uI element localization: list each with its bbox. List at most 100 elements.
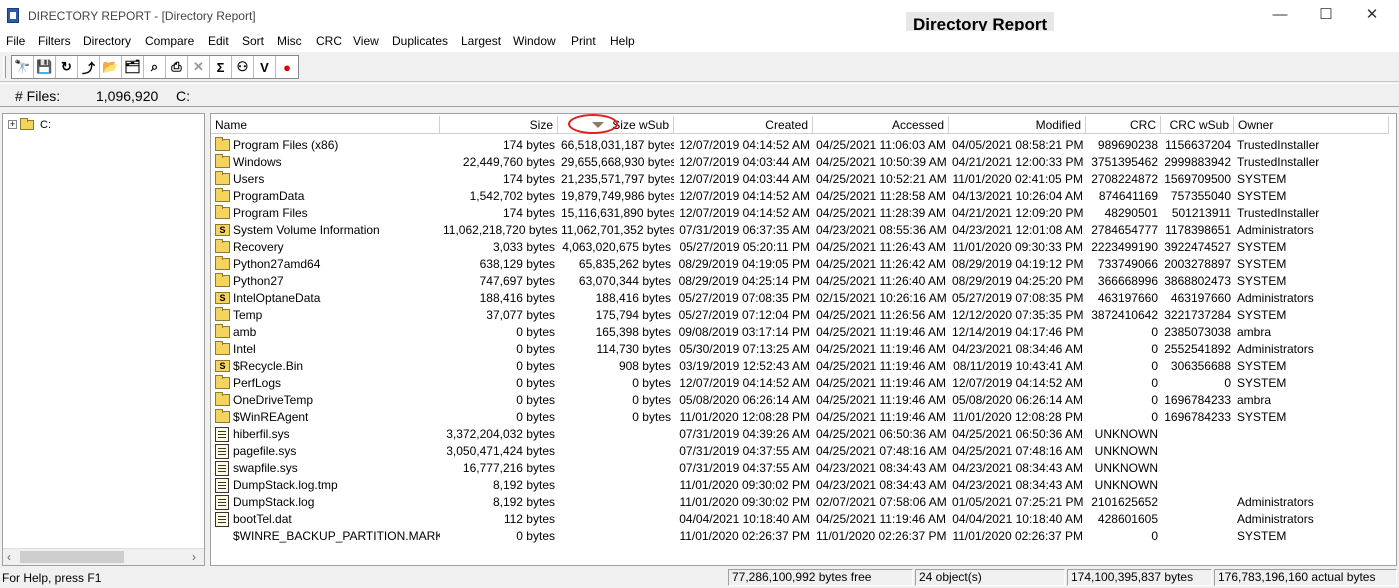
table-row[interactable]: hiberfil.sys 3,372,204,032 bytes 07/31/201… bbox=[211, 426, 1396, 443]
stop-icon[interactable]: ● bbox=[276, 56, 298, 78]
title-bar: DIRECTORY REPORT - [Directory Report] Di… bbox=[0, 0, 1399, 42]
find-icon[interactable]: 🔭 bbox=[12, 56, 34, 78]
file-list[interactable]: Name Size Size wSub Created Accessed Modified… bbox=[210, 113, 1397, 566]
table-row[interactable]: $WinREAgent 0 bytes 0 bytes 11/01/2020 12:0… bbox=[211, 409, 1396, 426]
scrollbar-thumb[interactable] bbox=[20, 551, 124, 563]
row-size-wsub-cell: 188,416 bytes bbox=[595, 291, 671, 305]
table-row[interactable]: DumpStack.log 8,192 bytes 11/01/2020 09:30… bbox=[211, 494, 1396, 511]
menu-help[interactable]: Help bbox=[610, 34, 635, 48]
row-crc-cell: UNKNOWN bbox=[1094, 461, 1158, 475]
folder-icon bbox=[215, 154, 230, 168]
menu-edit[interactable]: Edit bbox=[208, 34, 229, 48]
row-name-cell: S IntelOptaneData bbox=[211, 290, 440, 307]
menu-view[interactable]: View bbox=[353, 34, 379, 48]
menu-file[interactable]: File bbox=[6, 34, 25, 48]
row-accessed-cell: 04/25/2021 11:19:46 AM bbox=[816, 359, 946, 373]
menu-largest[interactable]: Largest bbox=[461, 34, 501, 48]
table-row[interactable]: DumpStack.log.tmp 8,192 bytes 11/01/2020 0… bbox=[211, 477, 1396, 494]
table-row[interactable]: pagefile.sys 3,050,471,424 bytes 07/31/201… bbox=[211, 443, 1396, 460]
menu-sort[interactable]: Sort bbox=[242, 34, 264, 48]
table-row[interactable]: $WINRE_BACKUP_PARTITION.MARKER 0 bytes 11/… bbox=[211, 528, 1396, 545]
cancel-icon[interactable]: ✕ bbox=[188, 56, 210, 78]
row-owner-cell bbox=[1234, 460, 1389, 477]
row-modified-cell: 04/23/2021 08:34:46 AM bbox=[952, 342, 1083, 356]
menu-crc[interactable]: CRC bbox=[316, 34, 342, 48]
table-row[interactable]: PerfLogs 0 bytes 0 bytes 12/07/2019 04:14:5… bbox=[211, 375, 1396, 392]
table-row[interactable]: Python27amd64 638,129 bytes 65,835,262 byt… bbox=[211, 256, 1396, 273]
folder-icon bbox=[215, 409, 230, 423]
save-icon[interactable]: 💾 bbox=[34, 56, 56, 78]
scroll-left-icon[interactable]: ‹ bbox=[7, 550, 11, 564]
table-row[interactable]: amb 0 bytes 165,398 bytes 09/08/2019 03:17:… bbox=[211, 324, 1396, 341]
tree-horizontal-scrollbar[interactable]: ‹ › bbox=[3, 548, 204, 565]
table-row[interactable]: swapfile.sys 16,777,216 bytes 07/31/2019 0… bbox=[211, 460, 1396, 477]
column-header-crc[interactable]: CRC bbox=[1086, 116, 1161, 134]
table-row[interactable]: S $Recycle.Bin 0 bytes 908 bytes 03/19/2019 … bbox=[211, 358, 1396, 375]
minimize-button[interactable]: — bbox=[1265, 6, 1295, 26]
row-name: $WINRE_BACKUP_PARTITION.MARKER bbox=[233, 529, 440, 543]
row-accessed-cell: 11/01/2020 02:26:37 PM bbox=[816, 529, 947, 543]
column-header-crc-wsub[interactable]: CRC wSub bbox=[1161, 116, 1234, 134]
up-folder-icon[interactable]: ⤴ bbox=[78, 56, 100, 78]
row-name: amb bbox=[233, 325, 257, 339]
menu-misc[interactable]: Misc bbox=[277, 34, 302, 48]
open-folder-icon[interactable]: 📂 bbox=[100, 56, 122, 78]
column-header-size[interactable]: Size bbox=[440, 116, 558, 134]
browse-folder-icon[interactable]: 🗂 bbox=[122, 56, 144, 78]
table-row[interactable]: S IntelOptaneData 188,416 bytes 188,416 byt… bbox=[211, 290, 1396, 307]
row-accessed-cell: 04/23/2021 08:55:36 AM bbox=[816, 223, 947, 237]
search-icon[interactable]: ⌕ bbox=[144, 56, 166, 78]
close-button[interactable]: ✕ bbox=[1357, 6, 1387, 26]
table-row[interactable]: OneDriveTemp 0 bytes 0 bytes 05/08/2020 06:… bbox=[211, 392, 1396, 409]
expand-icon[interactable]: + bbox=[8, 120, 17, 129]
row-name-cell: Recovery bbox=[211, 239, 440, 256]
row-name: PerfLogs bbox=[233, 376, 282, 390]
table-row[interactable]: bootTel.dat 112 bytes 04/04/2021 10:18:40 … bbox=[211, 511, 1396, 528]
table-row[interactable]: Intel 0 bytes 114,730 bytes 05/30/2019 07:1… bbox=[211, 341, 1396, 358]
directory-tree[interactable]: + C: ‹ › bbox=[2, 113, 205, 566]
verify-icon[interactable]: V bbox=[254, 56, 276, 78]
print-icon[interactable]: ⎙ bbox=[166, 56, 188, 78]
table-row[interactable]: S System Volume Information 11,062,218,720… bbox=[211, 222, 1396, 239]
menu-duplicates[interactable]: Duplicates bbox=[392, 34, 448, 48]
table-row[interactable]: Users 174 bytes 21,235,571,797 bytes 12/07/… bbox=[211, 171, 1396, 188]
row-name: Windows bbox=[233, 155, 282, 169]
row-crc-cell: 2784654777 bbox=[1091, 223, 1158, 237]
table-row[interactable]: Recovery 3,033 bytes 4,063,020,675 bytes 05… bbox=[211, 239, 1396, 256]
row-size-wsub-cell: 4,063,020,675 bytes bbox=[562, 240, 671, 254]
column-header-created[interactable]: Created bbox=[674, 116, 813, 134]
table-row[interactable]: Temp 37,077 bytes 175,794 bytes 05/27/2019 … bbox=[211, 307, 1396, 324]
folder-icon bbox=[215, 188, 230, 202]
menu-filters[interactable]: Filters bbox=[38, 34, 71, 48]
maximize-button[interactable]: ☐ bbox=[1311, 6, 1341, 26]
table-row[interactable]: Program Files (x86) 174 bytes 66,518,031,1… bbox=[211, 137, 1396, 154]
table-row[interactable]: Windows 22,449,760 bytes 29,655,668,930 by… bbox=[211, 154, 1396, 171]
column-header-modified[interactable]: Modified bbox=[949, 116, 1086, 134]
column-header-owner[interactable]: Owner bbox=[1234, 116, 1389, 134]
row-size-cell: 0 bytes bbox=[516, 359, 555, 373]
file-icon bbox=[215, 495, 229, 510]
table-row[interactable]: ProgramData 1,542,702 bytes 19,879,749,986… bbox=[211, 188, 1396, 205]
menu-bar: File Filters Directory Compare Edit Sort Misc C… bbox=[0, 31, 1399, 52]
duplicates-icon[interactable]: ⚇ bbox=[232, 56, 254, 78]
sum-icon[interactable]: Σ bbox=[210, 56, 232, 78]
folder-icon bbox=[215, 205, 230, 219]
row-size-wsub-cell: 19,879,749,986 bytes bbox=[561, 189, 674, 203]
menu-print[interactable]: Print bbox=[571, 34, 596, 48]
table-row[interactable]: Python27 747,697 bytes 63,070,344 bytes 08/… bbox=[211, 273, 1396, 290]
row-accessed-cell: 04/25/2021 07:48:16 AM bbox=[816, 444, 947, 458]
column-header-name[interactable]: Name bbox=[211, 116, 440, 134]
table-row[interactable]: Program Files 174 bytes 15,116,631,890 byt… bbox=[211, 205, 1396, 222]
refresh-icon[interactable]: ↻ bbox=[56, 56, 78, 78]
row-accessed-cell: 02/07/2021 07:58:06 AM bbox=[816, 495, 947, 509]
menu-compare[interactable]: Compare bbox=[145, 34, 194, 48]
menu-directory[interactable]: Directory bbox=[83, 34, 131, 48]
column-header-accessed[interactable]: Accessed bbox=[813, 116, 949, 134]
scroll-right-icon[interactable]: › bbox=[192, 550, 196, 564]
tree-item-c-drive[interactable]: + C: bbox=[8, 118, 51, 131]
row-name-cell: Program Files (x86) bbox=[211, 137, 440, 154]
row-created-cell: 12/07/2019 04:14:52 AM bbox=[679, 189, 810, 203]
row-name-cell: Python27amd64 bbox=[211, 256, 440, 273]
toolbar-grip[interactable] bbox=[3, 56, 6, 78]
menu-window[interactable]: Window bbox=[513, 34, 556, 48]
